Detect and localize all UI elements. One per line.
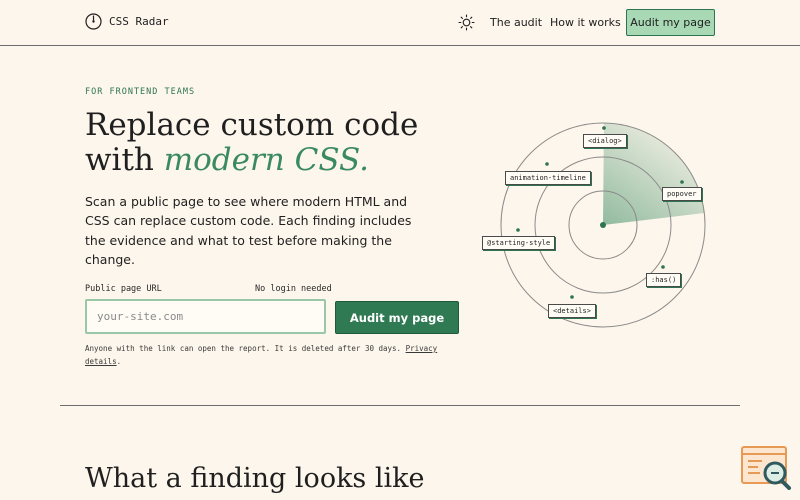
header-audit-button[interactable]: Audit my page [626, 9, 715, 36]
section-title: What a finding looks like [85, 463, 425, 494]
brand-name: CSS Radar [109, 15, 169, 28]
url-input[interactable] [85, 299, 326, 334]
sun-icon[interactable] [458, 14, 475, 31]
radar-tag-starting-style: @starting-style [482, 236, 556, 250]
privacy-fineprint: Anyone with the link can open the report… [85, 343, 465, 368]
hero-title: Replace custom code with modern CSS. [85, 108, 445, 178]
radar-tag-dialog: <dialog> [583, 134, 627, 148]
nav-link-audit[interactable]: The audit [490, 16, 542, 29]
hero-eyebrow: FOR FRONTEND TEAMS [85, 87, 196, 97]
fineprint-period: . [116, 356, 122, 366]
search-report-icon[interactable] [740, 445, 792, 490]
nav-link-how-it-works[interactable]: How it works [550, 16, 621, 29]
radar-tag-details: <details> [548, 304, 596, 318]
brand-link[interactable]: CSS Radar [85, 13, 169, 30]
fineprint-text: Anyone with the link can open the report… [85, 344, 402, 353]
hero-description: Scan a public page to see where modern H… [85, 194, 412, 267]
radar-logo-icon [85, 13, 102, 30]
hero-title-with: with [85, 142, 154, 178]
radar-tag-popover: popover [662, 187, 702, 201]
radar-center [600, 222, 606, 228]
site-header: CSS Radar The audit How it works Audit m… [0, 0, 800, 46]
no-login-note: No login needed [255, 284, 332, 294]
radar-graphic [500, 122, 706, 328]
section-divider [60, 405, 740, 406]
hero-title-accent: modern CSS. [163, 142, 370, 178]
radar-tag-has: :has() [646, 273, 682, 287]
url-field-label: Public page URL [85, 284, 162, 294]
audit-submit-button[interactable]: Audit my page [335, 301, 459, 334]
radar-tag-animation-timeline: animation-timeline [505, 171, 591, 185]
hero-title-line1: Replace custom code [85, 107, 419, 143]
radar-illustration: <dialog> animation-timeline popover @sta… [475, 120, 735, 340]
